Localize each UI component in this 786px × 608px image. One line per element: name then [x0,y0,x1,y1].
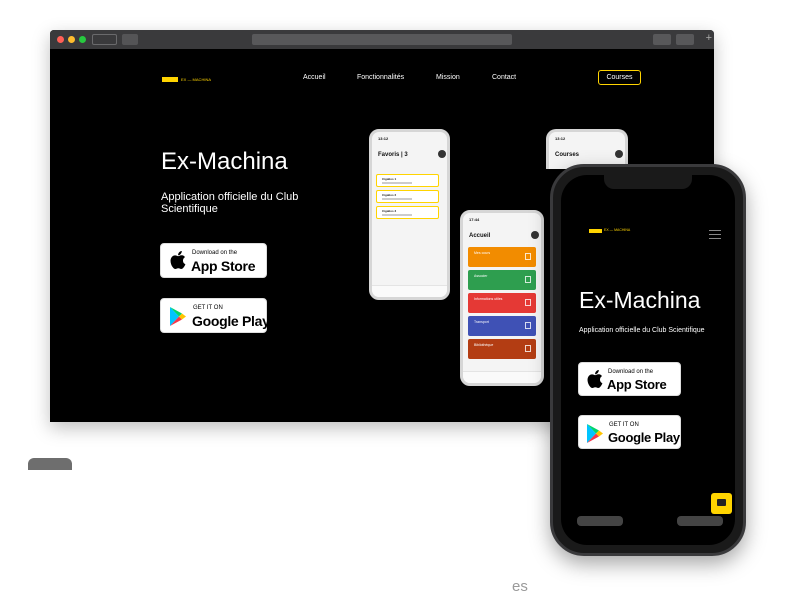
app-store-button[interactable]: Download on the App Store [160,243,267,278]
fav-item: Cigalios 1 [376,174,439,187]
close-window-button[interactable] [57,36,64,43]
minimize-window-button[interactable] [68,36,75,43]
tab-bar [463,371,541,383]
nav-contact[interactable]: Contact [492,74,516,81]
app-store-small-text: Download on the [192,250,238,256]
tabs-overview-button[interactable] [676,34,694,45]
tile-mes-cours: Mes cours [468,247,536,267]
phone-hero-subtitle: Application officielle du Club Scientifi… [579,327,705,334]
mockup-favoris-phone: 13:12 Favoris | 3 Cigalios 1 Cigalios 2 … [369,129,450,300]
nav-mission[interactable]: Mission [436,74,460,81]
courses-title: Courses [555,152,580,158]
maximize-window-button[interactable] [79,36,86,43]
avatar [438,150,446,158]
browser-toolbar: + [50,30,714,49]
share-button[interactable] [653,34,671,45]
favoris-title: Favoris | 3 [378,152,408,158]
chat-button[interactable] [711,493,732,514]
phone-app-store-large-text: App Store [607,377,667,392]
google-play-icon [587,424,603,443]
avatar [615,150,623,158]
app-store-large-text: App Store [191,258,256,274]
new-tab-icon[interactable]: + [706,32,712,44]
google-play-small-text: GET IT ON [193,305,223,311]
phone-screen: EX — MACHINA Ex-Machina Application offi… [561,175,735,545]
stage: + EX — MACHINA Accueil Fonctionnalités M… [0,0,786,608]
logo-mark [162,77,178,82]
hamburger-menu-icon[interactable] [709,230,721,239]
address-bar[interactable] [252,34,512,45]
phone-notch [604,175,692,189]
phone-app-store-button[interactable]: Download on the App Store [578,362,681,396]
hero-subtitle: Application officielle du Club Scientifi… [161,191,299,215]
phone-google-play-small-text: GET IT ON [609,422,639,428]
google-play-button[interactable]: GET IT ON Google Play [160,298,270,333]
avatar [531,231,539,239]
fav-item: Cigalios 2 [376,190,439,203]
tab-bar [372,285,447,297]
phone-mockup: EX — MACHINA Ex-Machina Application offi… [550,164,746,556]
tile-bibliotheque: Bibliothèque [468,339,536,359]
back-forward-buttons[interactable] [92,34,117,45]
sidebar-toggle-button[interactable] [122,34,138,45]
tile-informations: Informations utiles [468,293,536,313]
tile-associer: Associer [468,270,536,290]
phone-peek-element [677,516,723,526]
grey-tab-shape [28,458,72,470]
phone-google-play-large-text: Google Play [608,430,680,445]
mockup-accueil-phone: 17:44 Accueil Mes cours Associer Informa… [460,210,544,386]
apple-icon [587,370,603,389]
phone-app-store-small-text: Download on the [608,369,654,375]
logo-text: EX — MACHINA [181,77,212,82]
phone-peek-element [577,516,623,526]
chat-icon [717,499,726,506]
courses-time: 13:12 [555,136,566,141]
phone-hero-title: Ex-Machina [579,287,701,313]
tile-transport: Transport [468,316,536,336]
accueil-title: Accueil [469,233,491,239]
google-play-large-text: Google Play [192,313,270,329]
page-footer-text: es [512,578,528,595]
phone-logo[interactable]: EX — MACHINA [589,228,630,233]
accueil-time: 17:44 [469,217,480,222]
phone-google-play-button[interactable]: GET IT ON Google Play [578,415,681,449]
google-play-icon [170,307,186,326]
phone-logo-text: EX — MACHINA [604,228,631,232]
hero-title: Ex-Machina [161,148,288,175]
favoris-time: 13:12 [378,136,389,141]
nav-accueil[interactable]: Accueil [303,74,326,81]
site-logo[interactable]: EX — MACHINA [162,77,211,82]
courses-button[interactable]: Courses [598,70,641,85]
mockup-courses-phone: 13:12 Courses [546,129,628,169]
nav-fonctionnalites[interactable]: Fonctionnalités [357,74,404,81]
logo-mark [589,229,602,233]
fav-item: Cigalios 3 [376,206,439,219]
apple-icon [170,251,186,270]
